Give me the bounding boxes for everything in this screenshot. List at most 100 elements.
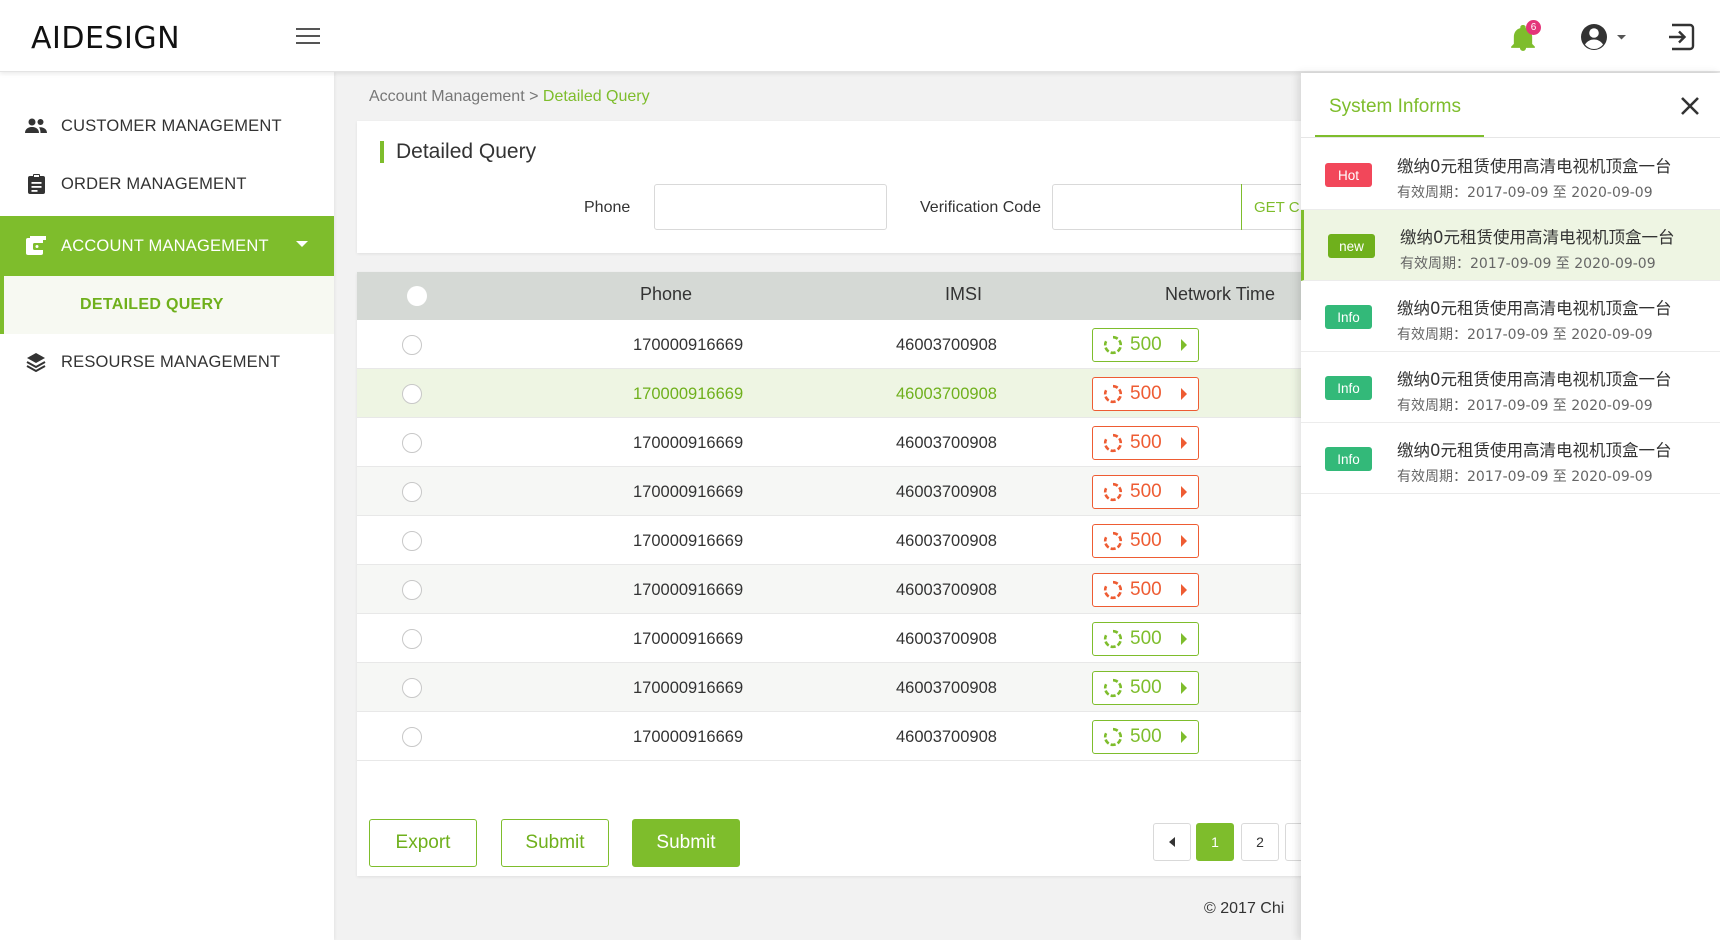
notification-item[interactable]: Info 缴纳0元租赁使用高清电视机顶盒一台 有效周期：2017-09-09 至 2… [1301,281,1720,352]
sidebar-item-resourse-management[interactable]: RESOURSE MANAGEMENT [0,334,334,390]
table-row[interactable]: 170000916669 46003700908 500 [357,516,1357,565]
cell-phone: 170000916669 [633,581,744,599]
row-select-radio[interactable] [402,433,422,453]
notification-date: 有效周期：2017-09-09 至 2020-09-09 [1400,256,1656,272]
cell-phone: 170000916669 [633,336,744,354]
table-header: Phone IMSI Network Time [357,272,1357,320]
phone-input[interactable] [654,184,887,230]
notification-item[interactable]: Hot 缴纳0元租赁使用高清电视机顶盒一台 有效周期：2017-09-09 至 20… [1301,139,1720,210]
footer-copyright: © 2017 Chi [1204,900,1284,918]
notification-tag-badge: Hot [1325,163,1372,187]
row-select-radio[interactable] [402,580,422,600]
hamburger-menu-icon[interactable] [296,28,322,48]
panel-divider [1301,137,1720,138]
sidebar-subitem-detailed-query[interactable]: DETAILED QUERY [0,276,334,334]
export-button[interactable]: Export [369,819,477,867]
table-row[interactable]: 170000916669 46003700908 500 [357,467,1357,516]
caret-right-icon [1181,682,1187,694]
chevron-down-icon [296,241,308,247]
notification-item[interactable]: new 缴纳0元租赁使用高清电视机顶盒一台 有效周期：2017-09-09 至 20… [1301,210,1720,281]
wallet-icon [25,235,47,257]
cell-imsi: 46003700908 [896,728,997,746]
cell-imsi: 46003700908 [896,483,997,501]
cell-imsi: 46003700908 [896,581,997,599]
cell-imsi: 46003700908 [896,630,997,648]
submit-primary-button[interactable]: Submit [632,819,740,867]
caret-right-icon [1181,731,1187,743]
notification-tag-badge: new [1328,234,1375,258]
select-all-radio[interactable] [407,286,427,306]
network-time-button[interactable]: 500 [1092,573,1199,607]
sidebar-item-account-management[interactable]: ACCOUNT MANAGEMENT [0,216,334,276]
system-informs-panel: System Informs Hot 缴纳0元租赁使用高清电视机顶盒一台 有效周期：… [1301,73,1720,940]
notification-item[interactable]: Info 缴纳0元租赁使用高清电视机顶盒一台 有效周期：2017-09-09 至 2… [1301,423,1720,494]
table-row[interactable]: 170000916669 46003700908 500 [357,712,1357,761]
notification-count-badge: 6 [1526,20,1541,35]
pagination-prev-button[interactable] [1153,823,1191,861]
notification-title: 缴纳0元租赁使用高清电视机顶盒一台 [1397,441,1672,460]
submit-button[interactable]: Submit [501,819,609,867]
results-table: Phone IMSI Network Time 170000916669 4600… [357,272,1357,876]
pagination-page-1[interactable]: 1 [1196,823,1234,861]
table-row[interactable]: 170000916669 46003700908 500 [357,369,1357,418]
table-row[interactable]: 170000916669 46003700908 500 [357,663,1357,712]
tab-system-informs[interactable]: System Informs [1315,73,1484,138]
row-select-radio[interactable] [402,678,422,698]
close-icon[interactable] [1679,95,1701,117]
clipboard-icon [25,173,47,195]
cell-phone: 170000916669 [633,728,744,746]
loading-spinner-icon [1103,629,1130,649]
breadcrumb-separator: > [529,88,539,105]
loading-spinner-icon [1103,335,1130,355]
row-select-radio[interactable] [402,727,422,747]
row-select-radio[interactable] [402,482,422,502]
breadcrumb-parent[interactable]: Account Management [369,88,525,105]
notification-date: 有效周期：2017-09-09 至 2020-09-09 [1397,469,1653,485]
row-select-radio[interactable] [402,335,422,355]
notification-item[interactable]: Info 缴纳0元租赁使用高清电视机顶盒一台 有效周期：2017-09-09 至 2… [1301,352,1720,423]
network-time-button[interactable]: 500 [1092,720,1199,754]
loading-spinner-icon [1103,482,1130,502]
table-row[interactable]: 170000916669 46003700908 500 [357,565,1357,614]
table-row[interactable]: 170000916669 46003700908 500 [357,320,1357,369]
network-time-button[interactable]: 500 [1092,622,1199,656]
table-row[interactable]: 170000916669 46003700908 500 [357,614,1357,663]
network-time-value: 500 [1130,481,1162,502]
notification-title: 缴纳0元租赁使用高清电视机顶盒一台 [1400,228,1675,247]
column-header-network-time[interactable]: Network Time [1165,284,1275,305]
caret-right-icon [1181,633,1187,645]
row-select-radio[interactable] [402,384,422,404]
sidebar-item-order-management[interactable]: ORDER MANAGEMENT [0,156,334,212]
network-time-button[interactable]: 500 [1092,328,1199,362]
network-time-button[interactable]: 500 [1092,475,1199,509]
network-time-button[interactable]: 500 [1092,377,1199,411]
column-header-imsi[interactable]: IMSI [945,284,982,305]
notification-tag-badge: Info [1325,376,1372,400]
loading-spinner-icon [1103,580,1130,600]
cell-imsi: 46003700908 [896,532,997,550]
sidebar: CUSTOMER MANAGEMENT ORDER MANAGEMENT ACC… [0,72,334,940]
notification-bell-icon[interactable]: 6 [1510,20,1541,52]
network-time-value: 500 [1130,334,1162,355]
pagination-page-2[interactable]: 2 [1241,823,1279,861]
sidebar-item-customer-management[interactable]: CUSTOMER MANAGEMENT [0,98,334,154]
row-select-radio[interactable] [402,629,422,649]
layers-icon [25,351,47,373]
network-time-button[interactable]: 500 [1092,671,1199,705]
column-header-phone[interactable]: Phone [640,284,692,305]
sidebar-item-label: ACCOUNT MANAGEMENT [61,236,269,255]
network-time-value: 500 [1130,726,1162,747]
app-logo[interactable]: AIDESIGN [31,21,180,56]
network-time-button[interactable]: 500 [1092,426,1199,460]
row-select-radio[interactable] [402,531,422,551]
table-row[interactable]: 170000916669 46003700908 500 [357,418,1357,467]
caret-right-icon [1181,486,1187,498]
network-time-value: 500 [1130,677,1162,698]
people-icon [25,115,47,137]
logout-icon[interactable] [1666,22,1696,52]
network-time-button[interactable]: 500 [1092,524,1199,558]
notification-tag-badge: Info [1325,305,1372,329]
cell-phone: 170000916669 [633,434,744,452]
user-account-menu[interactable] [1580,23,1630,53]
sidebar-item-label: RESOURSE MANAGEMENT [61,352,281,371]
